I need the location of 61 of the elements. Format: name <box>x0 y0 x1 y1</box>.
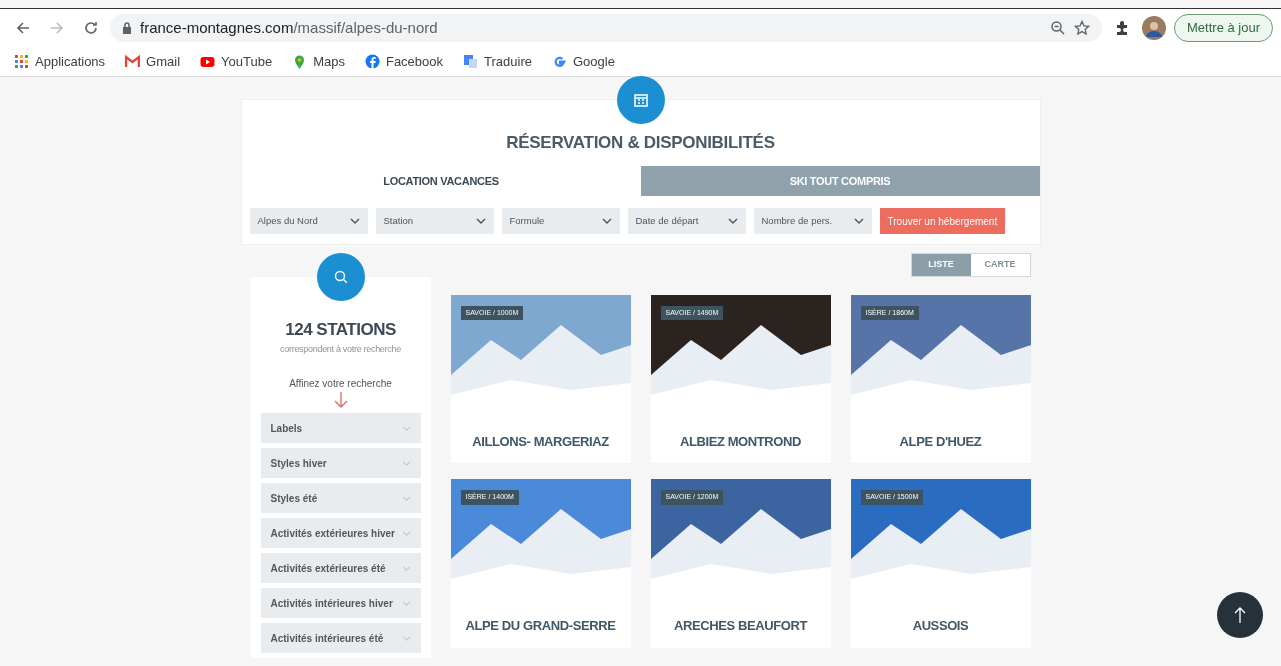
dropdown-select[interactable]: Alpes du Nord <box>249 208 368 234</box>
avatar-icon[interactable] <box>1142 16 1166 40</box>
chevron-icon <box>401 565 411 571</box>
puzzle-icon[interactable] <box>1114 20 1130 36</box>
view-toggle-tab[interactable]: CARTE <box>970 254 1030 276</box>
chevron-icon <box>601 218 612 224</box>
chevron-icon <box>401 495 411 501</box>
search-button[interactable] <box>316 253 365 301</box>
arrow-up-icon <box>1232 606 1248 624</box>
results-subtitle: correspondent à votre recherche <box>279 342 402 356</box>
filter-dropdown[interactable]: Activités extérieures hiver <box>260 518 421 548</box>
filter-dropdown[interactable]: Styles été <box>260 483 421 513</box>
filter-dropdown[interactable]: Activités intérieures hiver <box>260 588 421 618</box>
chevron-icon <box>401 635 411 641</box>
filter-dropdown[interactable]: Activités intérieures été <box>260 623 421 653</box>
results-count: 124 STATIONS <box>284 319 397 341</box>
scroll-top-button[interactable] <box>1217 592 1263 638</box>
bookmark-link[interactable]: Gmail <box>125 51 181 72</box>
chevron-icon <box>853 218 864 224</box>
bookmark-link[interactable]: Traduire <box>463 51 532 72</box>
chevron-icon <box>401 460 411 466</box>
star-icon[interactable] <box>1074 20 1090 36</box>
down-arrow-icon <box>333 391 348 409</box>
lock-icon <box>122 22 132 34</box>
station-name: ALBIEZ MONTROND <box>678 432 803 451</box>
calendar-icon <box>632 92 649 108</box>
calendar-button[interactable] <box>616 76 665 124</box>
filter-dropdown[interactable]: Activités extérieures été <box>260 553 421 583</box>
zoom-out-icon[interactable] <box>1050 20 1066 36</box>
bookmark-link[interactable]: Facebook <box>364 51 444 72</box>
play-icon <box>200 54 216 69</box>
dropdown-select[interactable]: Date de départ <box>627 208 746 234</box>
dropdown-select[interactable]: Nombre de pers. <box>753 208 872 234</box>
chevron-icon <box>401 600 411 606</box>
google-icon <box>552 54 567 69</box>
apps-grid-icon <box>14 54 29 69</box>
bookmark-link[interactable]: Applications <box>14 51 106 72</box>
mail-icon <box>125 54 141 69</box>
chevron-icon <box>401 425 411 431</box>
dropdown-select[interactable]: Station <box>375 208 494 234</box>
refine-label: Affinez votre recherche <box>288 377 393 391</box>
station-name: ARECHES BEAUFORT <box>673 617 809 635</box>
chevron-icon <box>401 530 411 536</box>
search-icon <box>332 269 349 285</box>
section-title: RÉSERVATION & DISPONIBILITÉS <box>505 132 776 154</box>
chevron-icon <box>475 218 486 224</box>
station-name: ALPE DU GRAND-SERRE <box>464 617 617 635</box>
filter-dropdown[interactable]: Styles hiver <box>260 448 421 478</box>
bookmark-link[interactable]: Google <box>552 51 615 72</box>
filter-dropdown[interactable]: Labels <box>260 413 421 443</box>
station-name: ALPE D'HUEZ <box>898 432 983 451</box>
station-name: AILLONS- MARGERIAZ <box>471 432 610 451</box>
station-name: AUSSOIS <box>911 617 970 635</box>
dropdown-select[interactable]: Formule <box>501 208 620 234</box>
translate-icon <box>463 54 479 69</box>
chevron-icon <box>349 218 360 224</box>
bookmark-link[interactable]: YouTube <box>200 51 273 72</box>
chevron-icon <box>727 218 738 224</box>
update-button[interactable]: Mettre à jour <box>1174 14 1273 42</box>
bookmark-link[interactable]: Maps <box>292 51 345 72</box>
facebook-icon <box>364 54 380 69</box>
